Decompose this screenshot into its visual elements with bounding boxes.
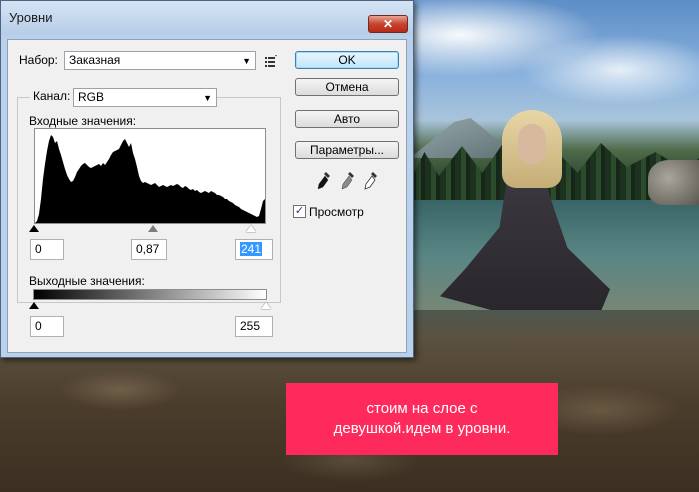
histogram (34, 128, 266, 224)
output-levels-label: Выходные значения: (29, 274, 145, 288)
input-white-selected-value: 241 (240, 242, 263, 256)
preset-value: Заказная (69, 53, 121, 67)
preset-options-icon[interactable] (264, 54, 278, 68)
channel-select[interactable]: RGB ▼ (73, 88, 217, 107)
close-button[interactable]: ✕ (368, 15, 408, 33)
options-button[interactable]: Параметры... (295, 141, 399, 159)
output-white-slider[interactable] (261, 302, 271, 309)
output-white-field[interactable]: 255 (235, 316, 273, 337)
channel-value: RGB (78, 90, 105, 104)
chevron-down-icon: ▼ (242, 56, 251, 66)
girl-figure (440, 110, 640, 310)
chevron-down-icon: ▼ (203, 93, 212, 103)
output-black-slider[interactable] (29, 302, 39, 309)
input-white-field[interactable]: 241 (235, 239, 273, 260)
input-gamma-field[interactable]: 0,87 (131, 239, 167, 260)
input-white-slider[interactable] (246, 225, 256, 232)
histogram-graph (35, 135, 265, 223)
caption-line-1: стоим на слое с (366, 400, 478, 417)
preview-label: Просмотр (309, 205, 364, 219)
caption-line-2: девушкой.идем в уровни. (333, 420, 511, 437)
preset-label: Набор: (19, 53, 58, 67)
preview-checkbox[interactable]: ✓ (293, 205, 306, 218)
white-eyedropper-icon[interactable] (364, 171, 378, 191)
dialog-title: Уровни (9, 10, 53, 25)
ok-button[interactable]: OK (295, 51, 399, 69)
title-bar[interactable]: Уровни ✕ (1, 1, 413, 35)
input-black-slider[interactable] (29, 225, 39, 232)
black-eyedropper-icon[interactable] (317, 171, 331, 191)
gray-eyedropper-icon[interactable] (341, 171, 355, 191)
channel-label: Канал: (33, 89, 71, 103)
caption-box: стоим на слое с девушкой.идем в уровни. (286, 383, 558, 455)
dress (440, 172, 610, 310)
preset-select[interactable]: Заказная ▼ (64, 51, 256, 70)
face (518, 124, 546, 164)
input-levels-label: Входные значения: (29, 114, 137, 128)
input-gamma-slider[interactable] (148, 225, 158, 232)
channel-row: Канал: (30, 89, 74, 108)
rock (648, 160, 699, 205)
cancel-button[interactable]: Отмена (295, 78, 399, 96)
auto-button[interactable]: Авто (295, 110, 399, 128)
output-gradient-bar (33, 289, 267, 300)
output-black-field[interactable]: 0 (30, 316, 64, 337)
input-black-field[interactable]: 0 (30, 239, 64, 260)
